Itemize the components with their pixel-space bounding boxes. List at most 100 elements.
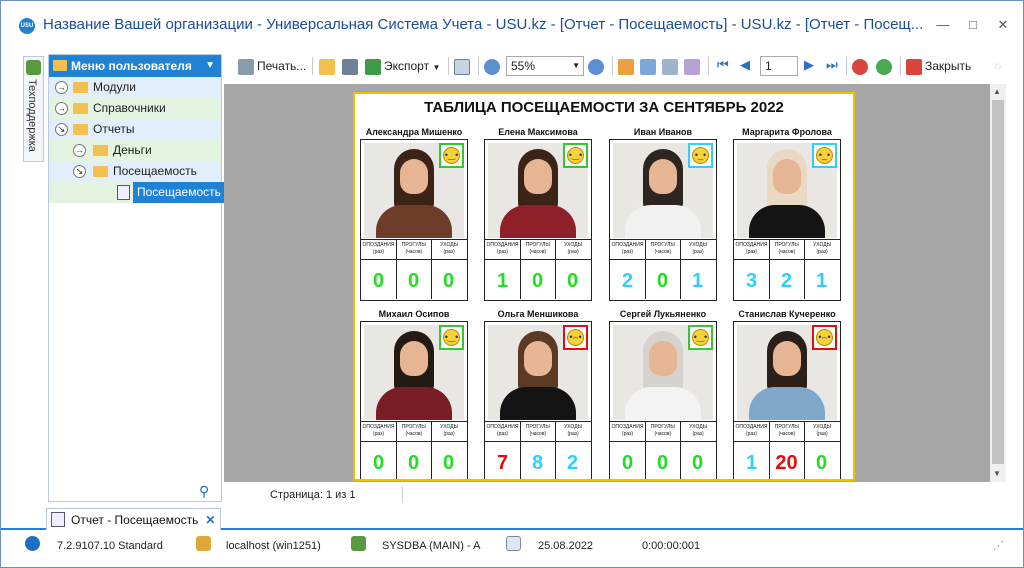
close-tab-icon[interactable]: ✕ (205, 509, 215, 531)
nav-item-reports[interactable]: ↘ Отчеты (49, 119, 221, 140)
stats-header: ОПОЗДАНИЯ (раз) ПРОГУЛЫ (часов) УХОДЫ (раз) (734, 239, 840, 260)
stat-header: УХОДЫ (раз) (681, 424, 716, 438)
photo-face (773, 341, 801, 376)
nav-item-attendance-group[interactable]: ↘ Посещаемость (49, 161, 221, 182)
scroll-up-icon[interactable]: ▲ (993, 87, 1001, 96)
page-setup-button[interactable] (454, 56, 473, 76)
zoom-in-button[interactable] (484, 56, 503, 76)
save-button[interactable] (342, 56, 361, 76)
report-title: ТАБЛИЦА ПОСЕЩАЕМОСТИ ЗА СЕНТЯБРЬ 2022 (424, 99, 784, 116)
tree-view-button[interactable] (618, 56, 637, 76)
zoom-select[interactable]: 55% ▼ (506, 56, 584, 76)
scroll-thumb[interactable] (992, 100, 1004, 464)
tab-label: Отчет - Посещаемость (71, 513, 199, 527)
open-button[interactable] (319, 56, 338, 76)
stat-header-title: ПРОГУЛЫ (401, 424, 426, 430)
toolbar-divider (448, 57, 449, 75)
stat-header-unit: (раз) (443, 249, 455, 255)
stat-header-title: ПРОГУЛЫ (525, 242, 550, 248)
absent-hours: 20 (775, 452, 798, 474)
stat-header: ПРОГУЛЫ (часов) (645, 424, 680, 438)
employee-card: •‿• ОПОЗДАНИЯ (раз) ПРОГУЛЫ (часов) УХОДЫ (раз… (609, 321, 717, 479)
employee-name: Сергей Лукьяненко (619, 309, 707, 319)
nav-item-money[interactable]: → Деньги (49, 140, 221, 161)
absent-hours: 0 (407, 452, 420, 474)
scroll-down-icon[interactable]: ▼ (993, 469, 1001, 478)
absent-hours: 2 (780, 270, 793, 292)
employee-name: Михаил Осипов (378, 309, 450, 319)
close-report-button[interactable]: Закрыть (906, 56, 971, 76)
last-page-button[interactable]: ⏭ (826, 57, 838, 73)
stat-header-unit: (часов) (405, 249, 423, 255)
stat-header: ОПОЗДАНИЯ (раз) (734, 242, 769, 256)
prev-page-button[interactable]: ◀ (740, 57, 750, 73)
employee-card: •_• ОПОЗДАНИЯ (раз) ПРОГУЛЫ (часов) УХОДЫ (раз… (609, 139, 717, 301)
toolbar-overflow-icon[interactable]: ◌ (994, 56, 1001, 76)
stats-values: 1 20 0 (734, 443, 840, 479)
toolbar-divider (478, 57, 479, 75)
early-leave-count: 0 (691, 452, 704, 474)
absent-hours: 0 (656, 452, 669, 474)
find-button[interactable] (662, 56, 681, 76)
tab-attendance-report[interactable]: Отчет - Посещаемость ✕ (46, 508, 222, 531)
stat-header-unit: (раз) (443, 431, 455, 437)
expand-icon[interactable]: → (73, 144, 86, 157)
next-page-button[interactable]: ▶ (804, 57, 814, 73)
first-page-button[interactable]: ⏮ (717, 57, 729, 73)
support-side-tab[interactable]: Техподдержка (23, 56, 44, 162)
stat-header-title: УХОДЫ (564, 424, 583, 430)
date-text: 25.08.2022 (538, 540, 594, 552)
refresh-button[interactable] (876, 56, 895, 76)
nav-item-label: Деньги (113, 143, 152, 157)
vertical-scrollbar[interactable]: ▲ ▼ (990, 84, 1006, 482)
early-leave-count: 1 (691, 270, 704, 292)
stat-header: ПРОГУЛЫ (часов) (520, 242, 555, 256)
photo-clothes (500, 387, 576, 420)
thumbnails-button[interactable] (640, 56, 659, 76)
employee-card: •⌢• ОПОЗДАНИЯ (раз) ПРОГУЛЫ (часов) УХОДЫ (раз… (484, 321, 592, 479)
nav-item-modules[interactable]: → Модули (49, 77, 221, 98)
nav-item-attendance-report[interactable]: Посещаемость (49, 182, 225, 203)
zoom-in-icon (484, 58, 500, 75)
maximize-button[interactable]: □ (963, 15, 983, 35)
nav-item-references[interactable]: → Справочники (49, 98, 221, 119)
stat-header: УХОДЫ (раз) (556, 242, 591, 256)
stat-header: ОПОЗДАНИЯ (раз) (361, 424, 396, 438)
stat-header-unit: (раз) (567, 431, 579, 437)
stat-header: ОПОЗДАНИЯ (раз) (734, 424, 769, 438)
stat-header-title: ОПОЗДАНИЯ (486, 242, 519, 248)
pin-icon[interactable]: ▼ (205, 55, 215, 77)
expand-icon[interactable]: → (55, 102, 68, 115)
stat-header-unit: (часов) (405, 431, 423, 437)
resize-grip-icon: ⋰ (993, 540, 1004, 552)
collapse-icon[interactable]: ↘ (55, 123, 68, 136)
employee-card: •‿• ОПОЗДАНИЯ (раз) ПРОГУЛЫ (часов) УХОДЫ (раз… (360, 139, 468, 301)
app-window: USU Название Вашей организации - Универс… (0, 0, 1024, 568)
stop-button[interactable] (852, 56, 871, 76)
edit-button[interactable] (684, 56, 703, 76)
dropdown-arrow-icon: ▼ (432, 63, 441, 72)
collapse-icon[interactable]: ↘ (73, 165, 86, 178)
export-button[interactable]: Экспорт ▼ (365, 56, 440, 76)
print-button[interactable]: Печать... (238, 56, 306, 76)
page-number-input[interactable]: 1 (760, 56, 798, 76)
close-icon (906, 58, 922, 75)
stat-header: УХОДЫ (раз) (681, 242, 716, 256)
late-count: 1 (496, 270, 509, 292)
zoom-out-button[interactable] (588, 56, 607, 76)
nav-item-label: Посещаемость (113, 164, 197, 178)
support-tab-label: Техподдержка (26, 79, 38, 152)
mood-smiley-icon: •_• (812, 143, 837, 168)
stats-header: ОПОЗДАНИЯ (раз) ПРОГУЛЫ (часов) УХОДЫ (раз) (610, 421, 716, 442)
employee-card: •_• ОПОЗДАНИЯ (раз) ПРОГУЛЫ (часов) УХОДЫ (раз… (733, 139, 841, 301)
search-icon[interactable]: ⚲ (199, 483, 209, 500)
stat-header-unit: (раз) (621, 249, 634, 255)
expand-icon[interactable]: → (55, 81, 68, 94)
toolbar-divider (900, 57, 901, 75)
stats-header: ОПОЗДАНИЯ (раз) ПРОГУЛЫ (часов) УХОДЫ (раз) (610, 239, 716, 260)
stat-header: УХОДЫ (раз) (556, 424, 591, 438)
minimize-button[interactable]: — (933, 15, 953, 35)
title-bar: USU Название Вашей организации - Универс… (1, 1, 1023, 45)
stat-header-unit: (раз) (496, 249, 509, 255)
close-window-button[interactable]: ✕ (993, 15, 1013, 35)
